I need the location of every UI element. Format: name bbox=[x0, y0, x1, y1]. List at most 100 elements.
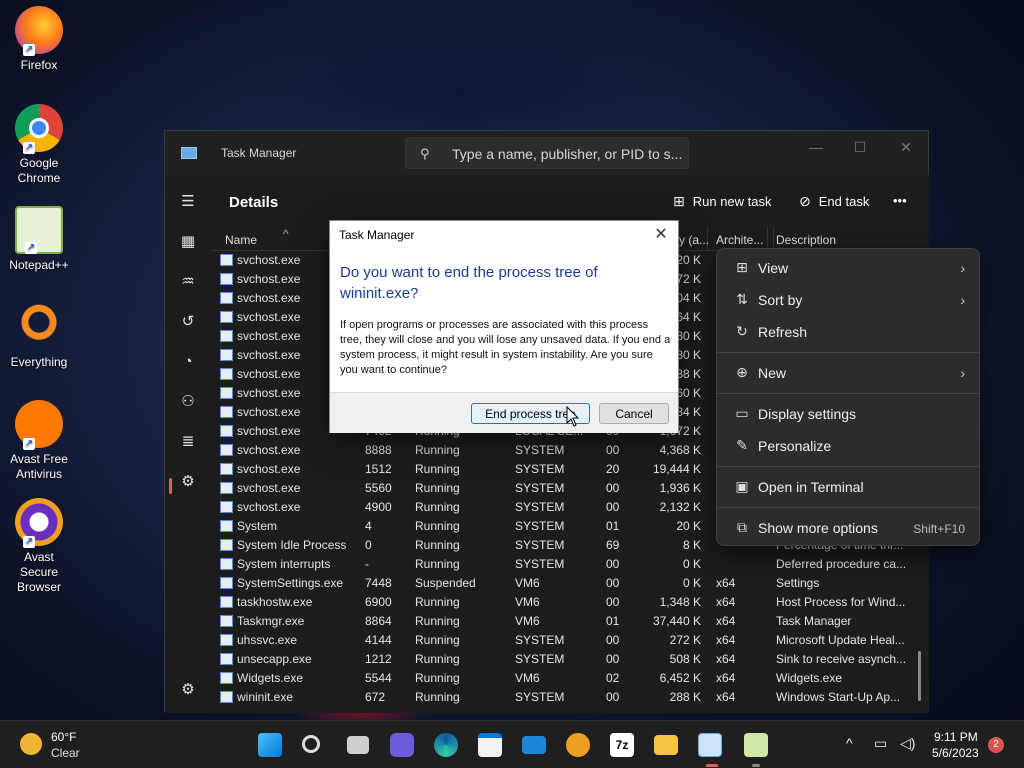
desktop-icon-chrome[interactable]: ↗ Google Chrome bbox=[4, 104, 74, 186]
table-row[interactable]: System interrupts - Running SYSTEM 00 0 K Defe… bbox=[211, 555, 929, 574]
process-icon bbox=[220, 311, 233, 323]
users-icon[interactable]: ⚇ bbox=[179, 393, 197, 411]
end-task-button[interactable]: ⊘ End task bbox=[799, 193, 869, 210]
process-name: svchost.exe bbox=[237, 443, 301, 457]
process-memory: 2,132 K bbox=[659, 500, 701, 514]
weather-moon-icon[interactable] bbox=[20, 733, 42, 755]
process-user: SYSTEM bbox=[515, 500, 565, 514]
table-row[interactable]: uhssvc.exe 4144 Running SYSTEM 00 272 K x64 Mic… bbox=[211, 631, 929, 650]
weather-condition[interactable]: Clear bbox=[51, 746, 80, 760]
more-options-button[interactable]: ••• bbox=[893, 193, 907, 208]
process-user: SYSTEM bbox=[515, 481, 565, 495]
menu-item-display-settings[interactable]: ▭ Display settings bbox=[721, 398, 977, 430]
menu-item-view[interactable]: ⊞ View › bbox=[721, 252, 977, 284]
volume-icon[interactable]: ◁) bbox=[900, 735, 915, 752]
process-pid: 5544 bbox=[365, 671, 392, 685]
clock-date[interactable]: 5/6/2023 bbox=[932, 746, 979, 760]
teams-chat-icon[interactable] bbox=[390, 733, 414, 757]
desktop-icon-everything[interactable]: Everything bbox=[4, 303, 74, 369]
vertical-scrollbar[interactable] bbox=[918, 651, 921, 701]
process-description: Microsoft Update Heal... bbox=[776, 633, 905, 647]
mail-icon[interactable] bbox=[522, 736, 546, 754]
column-architecture[interactable]: Archite... bbox=[716, 233, 763, 247]
menu-label: View bbox=[758, 260, 789, 276]
process-icon bbox=[220, 444, 233, 456]
process-name: Taskmgr.exe bbox=[237, 614, 305, 628]
task-view-icon[interactable] bbox=[347, 736, 369, 754]
task-manager-icon[interactable] bbox=[698, 733, 722, 757]
menu-item-refresh[interactable]: ↻ Refresh bbox=[721, 316, 977, 348]
weather-temperature[interactable]: 60°F bbox=[51, 730, 76, 744]
column-description[interactable]: Description bbox=[776, 233, 836, 247]
search-input[interactable] bbox=[452, 144, 682, 164]
settings-icon[interactable]: ⚙ bbox=[179, 681, 197, 699]
7zip-icon[interactable]: 7z bbox=[610, 733, 634, 757]
process-user: VM6 bbox=[515, 595, 540, 609]
table-row[interactable]: taskhostw.exe 6900 Running VM6 00 1,348 K x64 H… bbox=[211, 593, 929, 612]
menu-separator bbox=[717, 466, 979, 467]
notification-badge[interactable]: 2 bbox=[988, 737, 1004, 753]
close-button[interactable]: ✕ bbox=[891, 139, 921, 159]
maximize-button[interactable]: ☐ bbox=[845, 139, 875, 159]
table-row[interactable]: wininit.exe 672 Running SYSTEM 00 288 K x64 Win… bbox=[211, 688, 929, 707]
processes-icon[interactable]: ▦ bbox=[179, 233, 197, 251]
process-cpu: 00 bbox=[606, 633, 620, 647]
desktop-icon-avast[interactable]: ↗ Avast Free Antivirus bbox=[4, 400, 74, 482]
process-icon bbox=[220, 406, 233, 418]
hamburger-menu-icon[interactable]: ☰ bbox=[179, 193, 197, 211]
avast-browser-icon[interactable] bbox=[566, 733, 590, 757]
desktop-icon-notepadpp[interactable]: ↗ Notepad++ bbox=[4, 206, 74, 272]
menu-item-show-more-options[interactable]: ⧉ Show more options Shift+F10 bbox=[721, 512, 977, 544]
table-row[interactable]: SystemSettings.exe 7448 Suspended VM6 00 0 K x… bbox=[211, 574, 929, 593]
process-name: svchost.exe bbox=[237, 500, 301, 514]
desktop-icon-label: Google Chrome bbox=[17, 156, 61, 185]
process-status: Running bbox=[415, 500, 460, 514]
settings-gear-icon bbox=[220, 577, 233, 589]
process-pid: 7448 bbox=[365, 576, 392, 590]
file-explorer-icon[interactable] bbox=[654, 735, 678, 755]
process-user: VM6 bbox=[515, 671, 540, 685]
search-icon[interactable] bbox=[302, 735, 320, 753]
title-bar[interactable]: Task Manager ⚲ — ☐ ✕ bbox=[165, 131, 928, 175]
process-icon bbox=[220, 596, 233, 608]
keyboard-shortcut: Shift+F10 bbox=[913, 522, 965, 536]
run-new-task-button[interactable]: ⊞ Run new task bbox=[673, 193, 772, 210]
dialog-close-button[interactable]: ✕ bbox=[652, 224, 670, 244]
search-box[interactable]: ⚲ bbox=[405, 137, 689, 169]
menu-item-open-terminal[interactable]: ▣ Open in Terminal bbox=[721, 471, 977, 503]
network-icon[interactable]: ▭ bbox=[874, 735, 887, 752]
menu-item-new[interactable]: ⊕ New › bbox=[721, 357, 977, 389]
cancel-button[interactable]: Cancel bbox=[599, 403, 669, 424]
store-icon[interactable] bbox=[478, 733, 502, 757]
details-icon[interactable]: ≣ bbox=[179, 433, 197, 451]
desktop-icon-avast-browser[interactable]: ↗ Avast Secure Browser bbox=[4, 498, 74, 595]
process-status: Running bbox=[415, 519, 460, 533]
process-description: Deferred procedure ca... bbox=[776, 557, 906, 571]
startup-apps-icon[interactable]: ◔ bbox=[179, 353, 197, 371]
services-icon[interactable]: ⚙ bbox=[179, 473, 197, 491]
performance-icon[interactable]: ♒ bbox=[179, 273, 197, 291]
clock-time[interactable]: 9:11 PM bbox=[934, 730, 978, 744]
chevron-up-icon[interactable]: ^ bbox=[846, 735, 853, 751]
process-pid: 1212 bbox=[365, 652, 392, 666]
start-icon[interactable] bbox=[258, 733, 282, 757]
table-row[interactable]: unsecapp.exe 1212 Running SYSTEM 00 508 K x64 S… bbox=[211, 650, 929, 669]
process-architecture: x64 bbox=[716, 576, 736, 590]
dialog-title: Task Manager bbox=[339, 228, 415, 242]
column-memory[interactable]: y (a... bbox=[679, 233, 709, 247]
open-app-indicator bbox=[752, 764, 760, 767]
notepadpp-icon[interactable] bbox=[744, 733, 768, 757]
menu-item-personalize[interactable]: ✎ Personalize bbox=[721, 430, 977, 462]
app-history-icon[interactable]: ↺ bbox=[179, 313, 197, 331]
minimize-button[interactable]: — bbox=[801, 139, 831, 159]
column-name[interactable]: Name bbox=[225, 233, 257, 247]
table-row[interactable]: Taskmgr.exe 8864 Running VM6 01 37,440 K x64 Ta… bbox=[211, 612, 929, 631]
process-icon bbox=[220, 501, 233, 513]
table-row[interactable]: Widgets.exe 5544 Running VM6 02 6,452 K x64 Wid… bbox=[211, 669, 929, 688]
menu-item-sort-by[interactable]: ⇅ Sort by › bbox=[721, 284, 977, 316]
menu-label: Sort by bbox=[758, 292, 803, 308]
process-memory: 4,368 K bbox=[659, 443, 701, 457]
edge-icon[interactable] bbox=[434, 733, 458, 757]
desktop-icon-firefox[interactable]: ↗ Firefox bbox=[4, 6, 74, 72]
process-memory: 272 K bbox=[669, 633, 701, 647]
